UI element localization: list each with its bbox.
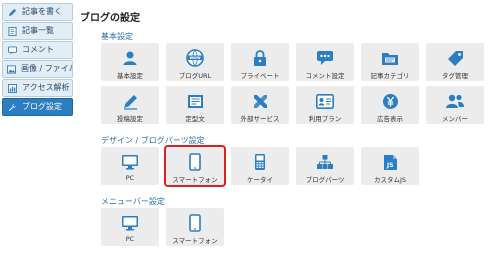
pencil-icon [7,8,17,17]
lock-icon [253,49,267,67]
sidebar-item-label: 記事一覧 [22,26,54,35]
tile-ad-display[interactable]: 広告表示 [361,86,419,124]
tile-tag-management[interactable]: タグ管理 [426,43,484,81]
speech-bubble-icon [316,49,334,67]
feature-phone-icon [254,153,266,171]
section-label-menubar: メニューバー設定 [101,197,165,206]
tile-label: 定型文 [185,115,205,123]
sidebar-item-images-files[interactable]: 画像 / ファイル [2,60,73,78]
js-file-icon: JS [383,153,398,171]
sidebar-item-post-list[interactable]: 記事一覧 [2,22,73,40]
tile-usage-plan[interactable]: 利用プラン [296,86,354,124]
tile-label: スマートフォン [172,176,218,184]
pen-icon [122,92,139,110]
tile-label: ブログURL [178,72,212,80]
tile-members[interactable]: メンバー [426,86,484,124]
tile-label: PC [125,174,135,182]
sidebar-item-access-analytics[interactable]: アクセス解析 [2,79,73,97]
folder-icon [381,49,399,67]
sidebar-item-label: ブログ設定 [22,102,62,111]
tile-label: PC [125,235,135,243]
monitor-icon [121,153,139,171]
sidebar-item-label: 画像 / ファイル [21,64,73,73]
tile-label: 広告表示 [377,115,403,123]
tile-menubar-smartphone[interactable]: スマートフォン [166,208,224,246]
sidebar-item-write-post[interactable]: 記事を書く [2,3,73,21]
tile-design-feature-phone[interactable]: ケータイ [231,147,289,185]
comment-icon [7,45,17,55]
image-icon [7,64,16,74]
tile-comment-settings[interactable]: コメント設定 [296,43,354,81]
tile-label: プライベート [240,72,280,80]
section-label-basic: 基本設定 [101,32,133,41]
tile-label: ケータイ [247,176,273,184]
tile-label: タグ管理 [442,72,468,80]
wrench-icon [7,103,17,112]
www-globe-icon: www [186,49,204,67]
tools-icon [252,92,269,110]
sidebar-item-label: コメント [22,45,54,54]
tile-templates[interactable]: 定型文 [166,86,224,124]
sidebar-item-comments[interactable]: コメント [2,41,73,59]
tile-design-pc[interactable]: PC [101,147,159,185]
tile-label: カスタムJS [373,176,407,184]
svg-text:www: www [189,55,200,60]
blocks-icon [316,153,334,171]
tile-design-custom-js[interactable]: JS カスタムJS [361,147,419,185]
tile-label: 基本設定 [117,72,143,80]
document-list-icon [7,26,17,36]
tile-label: 利用プラン [308,115,342,123]
tile-label: メンバー [442,115,468,123]
yen-coin-icon [382,92,399,110]
tile-label: 記事カテゴリ [370,72,410,80]
tag-icon [447,49,464,67]
person-icon [122,49,138,67]
tile-design-smartphone[interactable]: スマートフォン [164,145,226,187]
tile-external-services[interactable]: 外部サービス [231,86,289,124]
tile-label: コメント設定 [305,72,345,80]
template-icon [187,92,204,110]
section-label-design: デザイン / ブログパーツ設定 [101,136,205,145]
tile-menubar-pc[interactable]: PC [101,208,159,246]
monitor-icon [121,214,139,232]
tile-label: ブログパーツ [305,176,345,184]
tile-basic-settings[interactable]: 基本設定 [101,43,159,81]
page-title: ブログの設定 [80,13,140,24]
sidebar-item-label: アクセス解析 [22,83,70,92]
svg-text:JS: JS [385,162,393,169]
tile-posting-settings[interactable]: 投稿設定 [101,86,159,124]
tile-post-categories[interactable]: 記事カテゴリ [361,43,419,81]
id-card-icon [316,92,334,110]
tile-label: 外部サービス [240,115,280,123]
sidebar: 記事を書く 記事一覧 コメント 画像 / ファイル アクセス解析 ブログ設定 [0,0,75,255]
smartphone-icon [189,214,201,232]
tile-blog-url[interactable]: www ブログURL [166,43,224,81]
chart-icon [7,83,17,93]
tile-private[interactable]: プライベート [231,43,289,81]
tile-design-blog-parts[interactable]: ブログパーツ [296,147,354,185]
smartphone-icon [189,153,201,171]
tile-label: 投稿設定 [117,115,143,123]
sidebar-item-blog-settings[interactable]: ブログ設定 [2,98,73,116]
sidebar-item-label: 記事を書く [22,7,62,16]
tile-label: スマートフォン [172,237,218,245]
members-icon [445,92,465,110]
